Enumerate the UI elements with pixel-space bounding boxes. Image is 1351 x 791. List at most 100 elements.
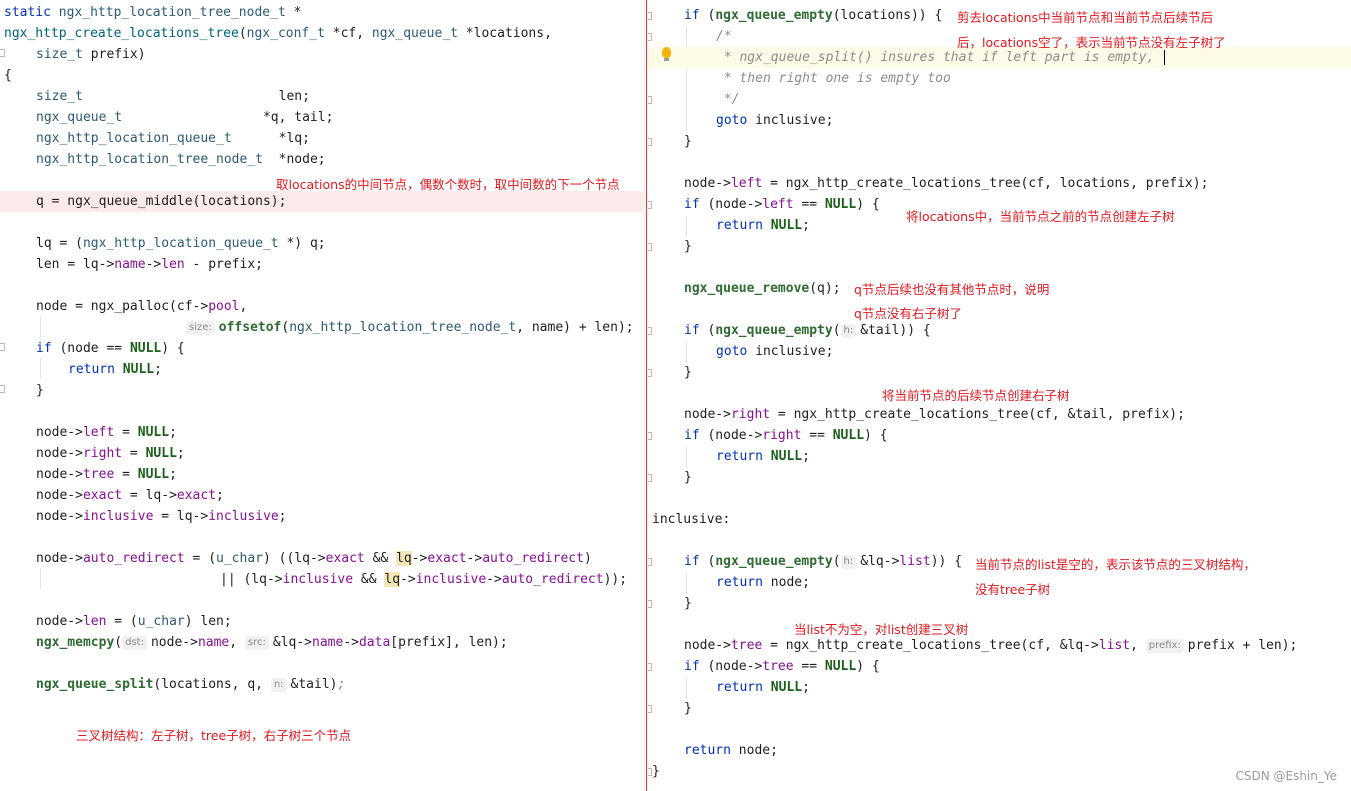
code-token: *lq; bbox=[231, 131, 310, 146]
code-token: goto bbox=[716, 113, 748, 128]
code-token: &lq-> bbox=[272, 635, 313, 650]
code-token: return bbox=[68, 362, 115, 377]
fold-marker[interactable] bbox=[648, 327, 652, 335]
indent-guide bbox=[686, 678, 687, 699]
fold-marker[interactable] bbox=[648, 96, 652, 104]
fold-marker[interactable] bbox=[648, 663, 652, 671]
fold-marker[interactable] bbox=[648, 558, 652, 566]
code-token: = ( bbox=[106, 614, 138, 629]
code-token: -> bbox=[486, 572, 502, 587]
code-line: if (node->right == NULL) { bbox=[684, 425, 1351, 446]
code-token: ; bbox=[337, 677, 346, 692]
code-token: (node == bbox=[51, 341, 130, 356]
code-token: , bbox=[1130, 638, 1146, 653]
code-token: (node-> bbox=[699, 659, 763, 674]
code-token: prefix + len); bbox=[1187, 638, 1298, 653]
code-token: size_t bbox=[36, 47, 83, 62]
fold-marker[interactable] bbox=[648, 600, 652, 608]
fold-marker[interactable] bbox=[648, 138, 652, 146]
code-token: size_t bbox=[36, 89, 83, 104]
code-token: len; bbox=[82, 89, 310, 104]
code-token: offsetof bbox=[218, 320, 282, 335]
code-token: node; bbox=[730, 743, 778, 758]
code-comment: */ bbox=[716, 92, 740, 107]
code-token: inclusive bbox=[415, 572, 487, 587]
code-line: return NULL; bbox=[716, 677, 1351, 698]
fold-marker[interactable] bbox=[648, 12, 652, 20]
code-line: return node; bbox=[684, 740, 1351, 761]
code-token: ngx_conf_t bbox=[246, 26, 325, 41]
code-token: = lq-> bbox=[153, 509, 209, 524]
code-line: if (node == NULL) { bbox=[36, 338, 643, 359]
code-line: node = ngx_palloc(cf->pool, bbox=[36, 296, 643, 317]
code-token: NULL bbox=[137, 467, 170, 482]
code-token: right bbox=[762, 428, 802, 443]
code-token: ngx_memcpy bbox=[36, 635, 115, 650]
lightbulb-icon[interactable] bbox=[662, 47, 671, 61]
code-token: u_char bbox=[137, 614, 185, 629]
code-line: node->exact = lq->exact; bbox=[36, 485, 643, 506]
code-line: goto inclusive; bbox=[716, 341, 1351, 362]
code-token: node-> bbox=[36, 446, 83, 461]
fold-marker[interactable] bbox=[648, 369, 652, 377]
code-token: NULL bbox=[129, 341, 162, 356]
code-token: ( bbox=[699, 554, 716, 569]
code-token: -> bbox=[145, 257, 162, 272]
code-token: ; bbox=[154, 362, 162, 377]
code-token: NULL bbox=[832, 428, 865, 443]
code-token: inclusive; bbox=[747, 344, 834, 359]
code-token: right bbox=[82, 446, 123, 461]
indent-guide bbox=[686, 216, 687, 237]
code-line: if (node->tree == NULL) { bbox=[684, 656, 1351, 677]
code-token: )); bbox=[603, 572, 628, 587]
code-token: [prefix], len); bbox=[390, 635, 508, 650]
fold-marker[interactable] bbox=[0, 343, 5, 351]
code-line: } bbox=[684, 470, 692, 485]
fold-marker[interactable] bbox=[648, 33, 652, 41]
code-token: lq = ( bbox=[36, 236, 83, 251]
code-line: ngx_http_create_locations_tree(ngx_conf_… bbox=[4, 23, 643, 44]
code-token: lq bbox=[396, 551, 412, 566]
code-token: = ( bbox=[184, 551, 217, 566]
fold-marker[interactable] bbox=[648, 243, 652, 251]
code-token: tree bbox=[82, 467, 115, 482]
annotation-left-subtree: 将locations中，当前节点之前的节点创建左子树 bbox=[906, 209, 1175, 224]
annotation-cut-2: 后，locations空了，表示当前节点没有左子树了 bbox=[957, 35, 1226, 50]
code-token: NULL bbox=[824, 197, 857, 212]
fold-marker[interactable] bbox=[0, 385, 5, 393]
code-token: = lq-> bbox=[122, 488, 177, 503]
code-line: || (lq->inclusive && lq->inclusive->auto… bbox=[220, 569, 643, 590]
fold-marker[interactable] bbox=[648, 705, 652, 713]
code-token: node-> bbox=[684, 407, 731, 422]
indent-guide bbox=[40, 316, 41, 337]
code-token: (node-> bbox=[699, 428, 763, 443]
annotation-middle-node: 取locations的中间节点，偶数个数时，取中间数的下一个节点 bbox=[276, 177, 620, 192]
code-token: len bbox=[161, 257, 185, 272]
code-line: goto inclusive; bbox=[716, 110, 1351, 131]
code-token: -> bbox=[343, 635, 359, 650]
annotation-tree-subtree: 当list不为空，对list创建三叉树 bbox=[794, 622, 969, 637]
code-token: *) q; bbox=[278, 236, 326, 251]
code-line: size_t len; bbox=[36, 86, 643, 107]
fold-marker[interactable] bbox=[648, 201, 652, 209]
code-token: left bbox=[82, 425, 115, 440]
code-token: *q, tail; bbox=[122, 110, 334, 125]
code-token: auto_redirect bbox=[82, 551, 185, 566]
code-token: if bbox=[36, 341, 52, 356]
fold-marker[interactable] bbox=[648, 432, 652, 440]
fold-marker[interactable] bbox=[0, 49, 5, 57]
code-token: node-> bbox=[684, 638, 731, 653]
fold-marker[interactable] bbox=[648, 474, 652, 482]
param-hint: h: bbox=[840, 555, 857, 569]
indent-guide bbox=[686, 447, 687, 468]
code-token: if bbox=[684, 428, 700, 443]
code-token: ngx_queue_empty bbox=[715, 554, 833, 569]
code-token: ; bbox=[802, 449, 810, 464]
code-token: ngx_http_create_locations_tree bbox=[4, 26, 239, 41]
annotation-right-subtree: 将当前节点的后续节点创建右子树 bbox=[882, 388, 1070, 403]
code-token: *cf, bbox=[324, 26, 372, 41]
indent-guide bbox=[686, 573, 687, 594]
code-token: return bbox=[684, 743, 731, 758]
code-token: ; bbox=[802, 680, 810, 695]
